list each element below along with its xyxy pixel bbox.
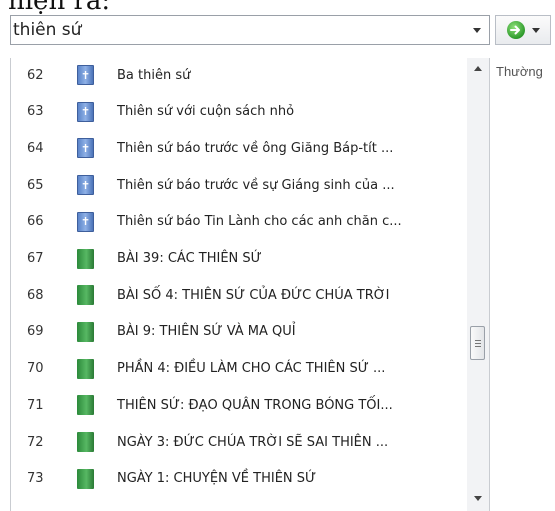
scroll-up-icon[interactable] — [474, 66, 482, 71]
result-number: 68 — [27, 287, 44, 303]
result-title: NGÀY 3: ĐỨC CHÚA TRỜI SẼ SAI THIÊN ... — [117, 434, 389, 450]
result-title: BÀI 9: THIÊN SỨ VÀ MA QUỈ — [117, 324, 296, 340]
result-number: 63 — [27, 104, 44, 120]
go-dropdown-chevron-icon — [531, 27, 540, 33]
go-button[interactable] — [495, 15, 551, 45]
result-number: 72 — [27, 434, 44, 450]
result-title: Thiên sứ với cuộn sách nhỏ — [117, 104, 295, 120]
result-item[interactable]: 71 THIÊN SỨ: ĐẠO QUÂN TRONG BÓNG TỐI... — [11, 388, 463, 422]
result-item[interactable]: 70 PHẦN 4: ĐIỀU LÀM CHO CÁC THIÊN SỨ ... — [11, 352, 463, 386]
bible-icon — [77, 175, 94, 196]
results-dropdown: 62 Ba thiên sứ 63 Thiên sứ với cuộn sách nh… — [10, 58, 490, 511]
bible-icon — [77, 211, 94, 232]
result-title: THIÊN SỨ: ĐẠO QUÂN TRONG BÓNG TỐI... — [117, 397, 393, 413]
result-item[interactable]: 62 Ba thiên sứ — [11, 58, 463, 92]
result-title: Thiên sứ báo trước về sự Giáng sinh của … — [117, 177, 395, 193]
bible-icon — [77, 138, 94, 159]
chevron-down-icon — [473, 27, 481, 33]
result-item[interactable]: 67 BÀI 39: CÁC THIÊN SỨ — [11, 242, 463, 276]
book-icon — [77, 248, 94, 269]
book-icon — [77, 285, 94, 306]
bible-icon — [77, 101, 94, 122]
side-label: Thường — [496, 64, 543, 79]
result-item[interactable]: 73 NGÀY 1: CHUYỆN VỀ THIÊN SỨ — [11, 462, 463, 496]
result-item[interactable]: 72 NGÀY 3: ĐỨC CHÚA TRỜI SẼ SAI THIÊN ... — [11, 425, 463, 459]
scroll-down-icon[interactable] — [474, 496, 482, 501]
result-item[interactable]: 64 Thiên sứ báo trước về ông Giăng Báp-tí… — [11, 131, 463, 165]
result-item[interactable]: 66 Thiên sứ báo Tin Lành cho các anh chăn… — [11, 205, 463, 239]
result-title: Ba thiên sứ — [117, 67, 191, 83]
result-number: 65 — [27, 177, 44, 193]
search-dropdown-button[interactable] — [466, 17, 488, 43]
result-title: Thiên sứ báo trước về ông Giăng Báp-tít … — [117, 140, 394, 156]
book-icon — [77, 358, 94, 379]
result-number: 70 — [27, 361, 44, 377]
result-title: BÀI SỐ 4: THIÊN SỨ CỦA ĐỨC CHÚA TRỜI — [117, 287, 390, 303]
result-item[interactable]: 65 Thiên sứ báo trước về sự Giáng sinh củ… — [11, 168, 463, 202]
result-number: 71 — [27, 397, 44, 413]
result-title: Thiên sứ báo Tin Lành cho các anh chăn c… — [117, 214, 402, 230]
book-icon — [77, 468, 94, 489]
book-icon — [77, 395, 94, 416]
result-item[interactable]: 63 Thiên sứ với cuộn sách nhỏ — [11, 95, 463, 129]
result-number: 62 — [27, 67, 44, 83]
result-number: 66 — [27, 214, 44, 230]
result-item[interactable]: 69 BÀI 9: THIÊN SỨ VÀ MA QUỈ — [11, 315, 463, 349]
result-title: NGÀY 1: CHUYỆN VỀ THIÊN SỨ — [117, 471, 317, 487]
result-title: PHẦN 4: ĐIỀU LÀM CHO CÁC THIÊN SỨ ... — [117, 361, 386, 377]
result-title: BÀI 39: CÁC THIÊN SỨ — [117, 251, 262, 266]
scrollbar[interactable] — [467, 58, 489, 511]
book-icon — [77, 432, 94, 452]
bible-icon — [77, 65, 94, 85]
result-number: 67 — [27, 251, 44, 266]
header-text: hiện ra: — [8, 0, 111, 16]
arrow-right-icon — [506, 21, 525, 39]
result-number: 73 — [27, 471, 44, 487]
book-icon — [77, 321, 94, 342]
result-number: 64 — [27, 140, 44, 156]
result-item[interactable]: 68 BÀI SỐ 4: THIÊN SỨ CỦA ĐỨC CHÚA TRỜI — [11, 278, 463, 312]
scrollbar-thumb[interactable] — [470, 326, 485, 360]
search-combobox[interactable] — [10, 15, 490, 45]
result-number: 69 — [27, 324, 44, 340]
search-input[interactable] — [13, 17, 463, 43]
